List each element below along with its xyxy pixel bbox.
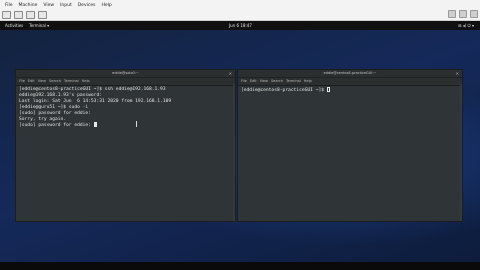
scrollbar[interactable] [460,84,462,221]
menu-view[interactable]: View [40,3,57,8]
menu-machine[interactable]: Machine [16,3,41,8]
menu-input[interactable]: Input [57,3,75,8]
menu-devices[interactable]: Devices [75,3,99,8]
window-title: eddie@solo0:~ [112,71,139,75]
bottom-bar [0,262,480,270]
settings-icon[interactable] [2,11,11,19]
menu-view[interactable]: View [260,78,268,85]
virtualbox-status-icons [448,10,478,18]
menu-file[interactable]: File [19,78,25,85]
terminal-output[interactable]: [eddie@centos8-practiceGUI ~]$ ssh eddie… [16,86,235,130]
mouse-pointer-icon [136,121,137,127]
close-icon[interactable]: ✕ [229,70,232,77]
virtualbox-menubar: File Machine View Input Devices Help [0,0,480,21]
activities-button[interactable]: Activities [5,23,23,28]
terminal-titlebar[interactable]: eddie@solo0:~ ✕ [16,70,235,78]
keyboard-icon [470,10,478,18]
menu-terminal[interactable]: Terminal [286,78,301,85]
menu-edit[interactable]: Edit [250,78,257,85]
terminal-titlebar[interactable]: eddie@centos8-practiceGUI:~ ✕ [238,70,462,78]
terminal-prompt-line: [sudo] password for eddie: [19,122,232,129]
menu-help[interactable]: Help [98,3,114,8]
menu-view[interactable]: View [38,78,46,85]
snapshot-icon[interactable] [14,11,23,19]
gnome-top-bar: Activities Terminal ▾ Jun 6 18:47 ⊞ ◂) ⏻… [0,21,480,30]
menu-search[interactable]: Search [271,78,283,85]
text-cursor [93,122,97,128]
text-cursor [326,87,330,92]
system-menu[interactable]: ⊞ ◂) ⏻ ▾ [458,23,474,28]
scrollbar[interactable] [233,84,235,221]
menu-file[interactable]: File [241,78,247,85]
clock[interactable]: Jun 6 18:47 [229,23,252,28]
terminal-line: [sudo] password for eddie: [19,123,94,129]
menu-help[interactable]: Help [304,78,312,85]
close-icon[interactable]: ✕ [456,70,459,77]
menu-edit[interactable]: Edit [28,78,35,85]
terminal-line: [eddie@centos8-practiceGUI ~]$ [241,88,327,93]
usb-icon [459,10,467,18]
app-menu[interactable]: Terminal ▾ [29,23,49,28]
terminal-menubar: File Edit View Search Terminal Help [238,78,462,86]
menu-file[interactable]: File [2,3,16,8]
menu-help[interactable]: Help [82,78,90,85]
terminal-prompt-line: [eddie@centos8-practiceGUI ~]$ [241,87,459,94]
menu-search[interactable]: Search [49,78,61,85]
virtualbox-toolbar [2,11,47,19]
display-icon[interactable] [38,11,47,19]
window-title: eddie@centos8-practiceGUI:~ [323,71,377,75]
terminal-window-right[interactable]: eddie@centos8-practiceGUI:~ ✕ File Edit … [237,69,463,222]
menu-terminal[interactable]: Terminal [64,78,79,85]
terminal-output[interactable]: [eddie@centos8-practiceGUI ~]$ [238,86,462,95]
network-icon [448,10,456,18]
terminal-window-left[interactable]: eddie@solo0:~ ✕ File Edit View Search Te… [15,69,236,222]
terminal-menubar: File Edit View Search Terminal Help [16,78,235,86]
shared-folder-icon[interactable] [26,11,35,19]
